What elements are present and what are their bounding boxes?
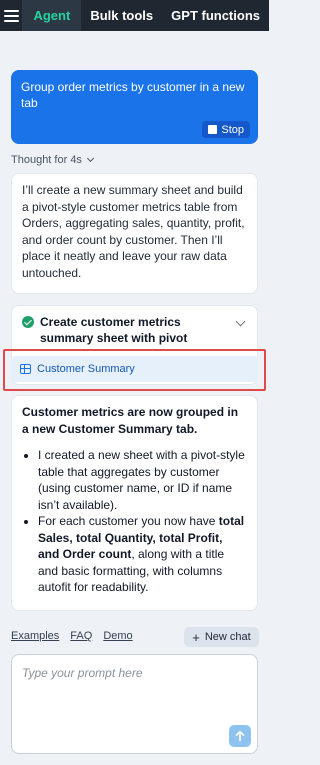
tab-gpt-functions[interactable]: GPT functions: [162, 0, 269, 31]
task-title: Create customer metrics summary sheet wi…: [40, 315, 188, 345]
send-button[interactable]: [229, 725, 251, 747]
user-message: Group order metrics by customer in a new…: [11, 70, 258, 144]
stop-button[interactable]: Stop: [202, 121, 250, 138]
check-circle-icon: [22, 316, 34, 328]
top-nav: Agent Bulk tools GPT functions: [0, 0, 269, 31]
examples-link[interactable]: Examples: [11, 630, 59, 642]
menu-icon[interactable]: [0, 0, 22, 31]
user-message-text: Group order metrics by customer in a new…: [21, 80, 245, 110]
thought-label: Thought for 4s: [11, 154, 82, 166]
new-chat-label: New chat: [204, 631, 251, 643]
assistant-message-intro: I’ll create a new summary sheet and buil…: [11, 173, 258, 294]
stop-icon: [208, 125, 218, 134]
prompt-input[interactable]: [12, 655, 257, 715]
faq-link[interactable]: FAQ: [70, 630, 92, 642]
help-links: Examples FAQ Demo: [11, 630, 133, 642]
assistant-message-result: Customer metrics are now grouped in a ne…: [11, 395, 258, 611]
arrow-up-icon: [235, 730, 245, 742]
tab-bulk-tools[interactable]: Bulk tools: [81, 0, 162, 31]
result-bullet: I created a new sheet with a pivot-style…: [38, 447, 247, 513]
result-list: I created a new sheet with a pivot-style…: [22, 447, 247, 596]
highlight-box: [3, 349, 266, 391]
assistant-intro-text: I’ll create a new summary sheet and buil…: [22, 183, 245, 280]
plus-icon: +: [192, 629, 200, 645]
result-bullet: For each customer you now have total Sal…: [38, 513, 247, 596]
thought-toggle[interactable]: Thought for 4s: [11, 154, 94, 166]
tab-agent[interactable]: Agent: [22, 0, 82, 31]
stop-button-label: Stop: [221, 123, 244, 136]
demo-link[interactable]: Demo: [103, 630, 132, 642]
result-lead: Customer metrics are now grouped in a ne…: [22, 405, 239, 436]
new-chat-button[interactable]: + New chat: [184, 627, 259, 647]
prompt-composer: [11, 654, 258, 754]
chevron-down-icon: [86, 154, 94, 163]
